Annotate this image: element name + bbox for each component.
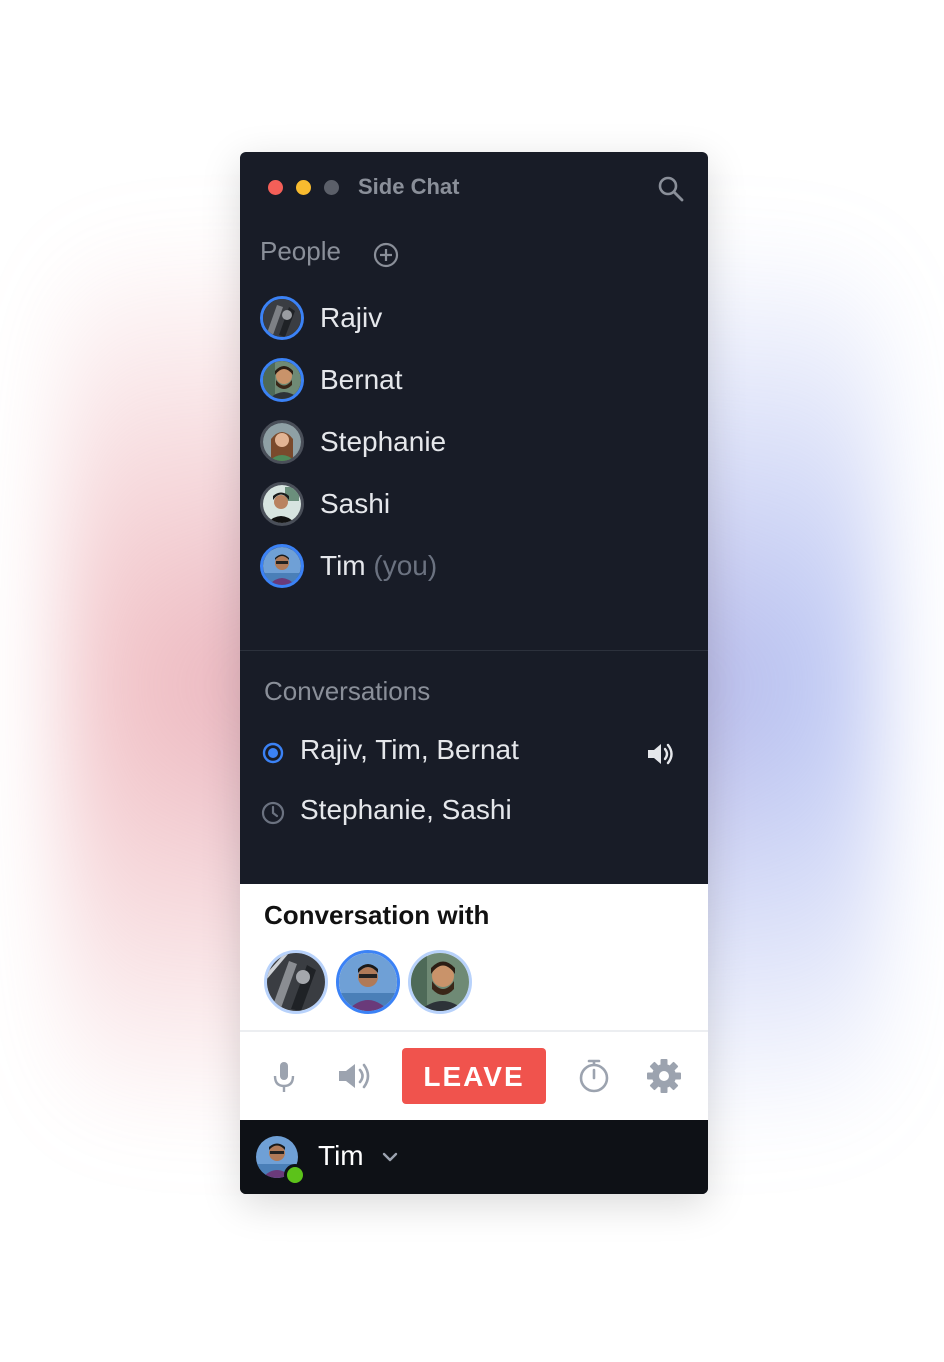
panel-divider	[240, 1030, 708, 1032]
conversation-item-active[interactable]: Rajiv, Tim, Bernat	[260, 732, 690, 776]
current-conversation-panel: Conversation with LEAVE	[240, 884, 708, 1120]
person-stephanie[interactable]: Stephanie	[260, 420, 680, 468]
gear-icon[interactable]	[644, 1056, 684, 1096]
clock-icon	[260, 800, 286, 826]
person-name: Bernat	[320, 364, 403, 395]
person-tim[interactable]: Tim (you)	[260, 544, 680, 592]
person-name: Tim (you)	[320, 550, 438, 581]
radio-active-icon	[260, 740, 286, 766]
avatar	[260, 358, 304, 402]
participant-avatar-bernat[interactable]	[408, 950, 472, 1014]
title-bar: Side Chat	[240, 152, 708, 224]
you-suffix: (you)	[373, 550, 438, 581]
avatar	[260, 544, 304, 588]
close-window-button[interactable]	[268, 180, 283, 195]
avatar	[260, 296, 304, 340]
person-bernat[interactable]: Bernat	[260, 358, 680, 406]
user-name: Tim	[318, 1140, 364, 1171]
avatar	[260, 482, 304, 526]
person-name: Sashi	[320, 488, 391, 519]
avatar	[260, 420, 304, 464]
speaker-icon[interactable]	[644, 738, 676, 770]
people-heading: People	[260, 236, 341, 266]
conversations-heading: Conversations	[264, 676, 431, 706]
person-name: Stephanie	[320, 426, 447, 457]
microphone-icon[interactable]	[264, 1056, 304, 1096]
user-bar[interactable]: Tim	[240, 1120, 708, 1194]
conversation-label: Stephanie, Sashi	[300, 794, 512, 825]
conversation-with-title: Conversation with	[264, 900, 490, 930]
timer-icon[interactable]	[574, 1056, 614, 1096]
section-divider	[240, 650, 708, 651]
app-title: Side Chat	[358, 174, 460, 199]
minimize-window-button[interactable]	[296, 180, 311, 195]
speaker-icon[interactable]	[334, 1056, 374, 1096]
person-rajiv[interactable]: Rajiv	[260, 296, 680, 344]
search-icon[interactable]	[656, 174, 686, 204]
person-sashi[interactable]: Sashi	[260, 482, 680, 530]
participant-avatar-rajiv[interactable]	[264, 950, 328, 1014]
app-window: Side Chat People Rajiv Bernat Stephanie …	[240, 152, 708, 1194]
person-name: Rajiv	[320, 302, 383, 333]
zoom-window-button[interactable]	[324, 180, 339, 195]
leave-button[interactable]: LEAVE	[402, 1048, 546, 1104]
participant-avatar-tim[interactable]	[336, 950, 400, 1014]
conversation-item[interactable]: Stephanie, Sashi	[260, 792, 690, 836]
conversation-label: Rajiv, Tim, Bernat	[300, 734, 519, 765]
chevron-down-icon[interactable]	[380, 1150, 400, 1164]
add-person-icon[interactable]	[372, 241, 400, 269]
online-status-indicator	[284, 1164, 306, 1186]
